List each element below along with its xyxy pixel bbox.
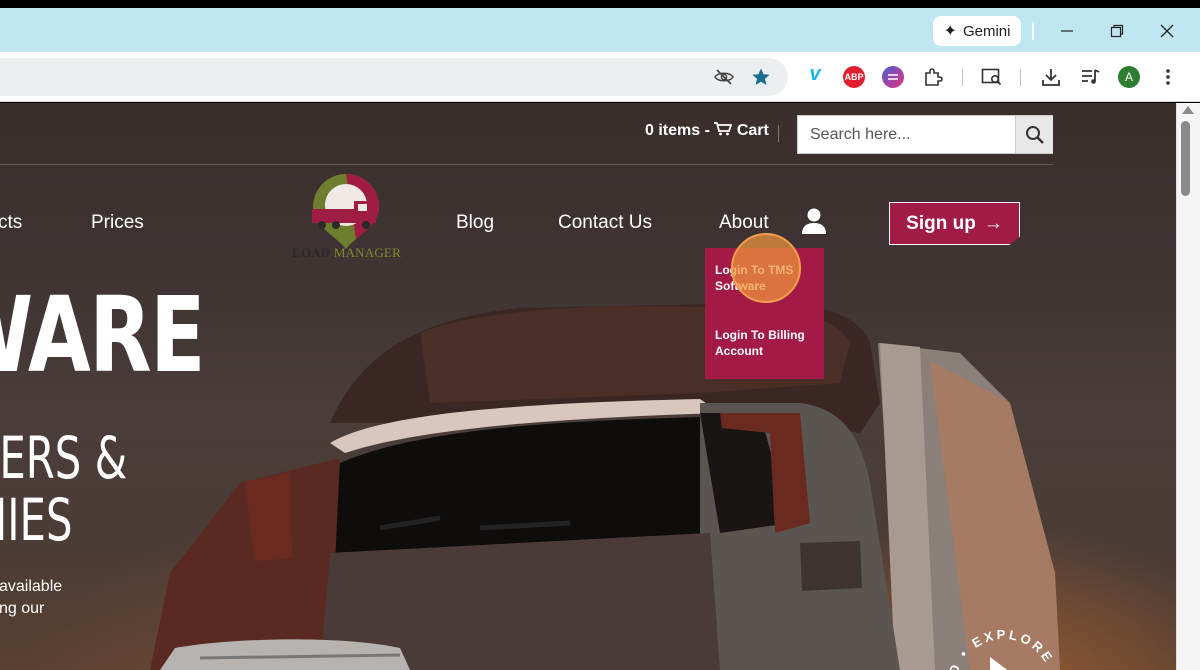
arrow-right-icon: → xyxy=(983,212,1003,234)
search-form xyxy=(797,115,1053,154)
hero-subtitle-line2: NIES xyxy=(0,486,73,554)
close-icon[interactable] xyxy=(1150,14,1184,48)
hero-paragraph-line2: ng our xyxy=(0,600,45,617)
header-divider xyxy=(0,164,1053,165)
address-bar[interactable] xyxy=(0,58,788,96)
abp-label: ABP xyxy=(844,72,864,82)
gemini-label: Gemini xyxy=(962,22,1011,40)
tab-search-icon[interactable] xyxy=(981,66,1003,88)
svg-text:TO • EXPLORE M: TO • EXPLORE M xyxy=(944,627,1064,670)
explore-text: TO • EXPLORE M xyxy=(944,627,1061,670)
page-viewport: 0 items - Cart cts Prices LOAD MANAGER B… xyxy=(0,103,1176,670)
click-indicator xyxy=(731,233,801,303)
toolbar-separator xyxy=(962,69,963,86)
minimize-icon[interactable] xyxy=(1050,14,1084,48)
restore-icon[interactable] xyxy=(1100,14,1134,48)
search-button[interactable] xyxy=(1015,116,1053,153)
hero-subtitle-line1: KERS & xyxy=(0,424,128,492)
profile-avatar[interactable]: A xyxy=(1118,66,1140,88)
page-scrollbar[interactable] xyxy=(1176,103,1200,670)
menu-item-login-billing[interactable]: Login To Billing Account xyxy=(715,327,814,359)
browser-toolbar: v ABP A xyxy=(0,52,1200,102)
nav-products[interactable]: cts xyxy=(0,212,22,234)
bookmark-star-icon[interactable] xyxy=(751,67,771,87)
more-menu-icon[interactable] xyxy=(1157,66,1179,88)
sign-up-button[interactable]: Sign up → xyxy=(889,202,1020,245)
search-icon xyxy=(1025,125,1044,144)
scrollbar-thumb[interactable] xyxy=(1181,121,1190,196)
nav-about[interactable]: About xyxy=(719,212,769,234)
browser-title-bar: ✦ Gemini xyxy=(0,8,1200,52)
user-icon[interactable] xyxy=(801,207,827,235)
hero-title: TWARE xyxy=(0,274,206,396)
scroll-up-arrow-icon[interactable] xyxy=(1182,106,1194,114)
extension-icon[interactable] xyxy=(882,66,904,88)
eye-off-icon[interactable] xyxy=(714,67,734,87)
toolbar-separator xyxy=(1020,69,1021,86)
cart-label: Cart xyxy=(736,122,769,139)
explore-more-badge[interactable]: TO • EXPLORE M xyxy=(938,607,1068,670)
logo-wordmark: LOAD MANAGER xyxy=(292,245,401,261)
adblock-plus-icon[interactable]: ABP xyxy=(843,66,865,88)
nav-contact-us[interactable]: Contact Us xyxy=(558,212,652,234)
media-control-icon[interactable] xyxy=(1079,66,1101,88)
puzzle-icon[interactable] xyxy=(922,66,944,88)
truck-logo-icon xyxy=(312,174,379,249)
avatar-initial: A xyxy=(1124,70,1133,84)
sparkle-icon: ✦ xyxy=(943,23,957,40)
logo-text-manager: MANAGER xyxy=(333,245,401,260)
cart-icon xyxy=(714,122,733,136)
nav-prices[interactable]: Prices xyxy=(91,212,144,234)
hero-paragraph-line1: available xyxy=(0,578,63,595)
nav-blog[interactable]: Blog xyxy=(456,212,494,234)
download-icon[interactable] xyxy=(1040,66,1062,88)
search-input[interactable] xyxy=(798,116,1016,153)
vimeo-icon[interactable]: v xyxy=(804,63,826,85)
gemini-button[interactable]: ✦ Gemini xyxy=(933,16,1021,46)
titlebar-separator xyxy=(1032,22,1034,40)
sign-up-label: Sign up xyxy=(906,212,976,234)
header-separator xyxy=(778,125,779,142)
logo-text-load: LOAD xyxy=(292,245,331,260)
cart-link[interactable]: 0 items - Cart xyxy=(645,122,769,140)
cart-count: 0 items - xyxy=(645,122,710,139)
play-icon xyxy=(990,657,1008,670)
hero-paragraph: available ng our xyxy=(0,576,62,620)
